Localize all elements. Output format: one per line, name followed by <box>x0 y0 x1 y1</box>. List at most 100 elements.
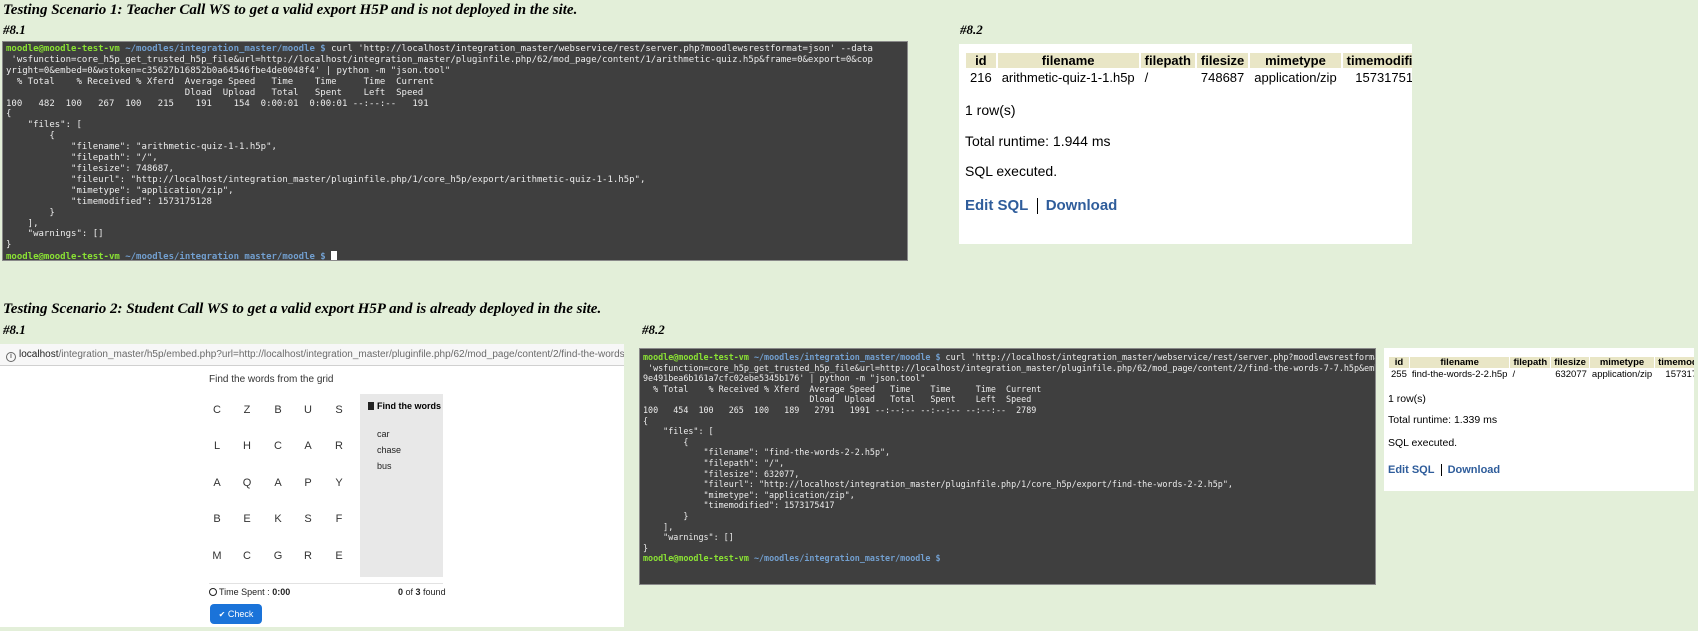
scenario-2-title: Testing Scenario 2: Student Call WS to g… <box>3 301 602 317</box>
terminal-prompt-line: moodle@moodle-test-vm ~/moodles/integrat… <box>6 251 907 260</box>
grid-letter[interactable]: Y <box>327 477 351 489</box>
row-count: 1 row(s) <box>965 102 1016 118</box>
grid-letter[interactable]: A <box>266 477 290 489</box>
edit-sql-link[interactable]: Edit SQL <box>965 197 1028 214</box>
column-header: filesize <box>1551 357 1589 368</box>
terminal-output-line: "warnings": [] <box>643 532 734 543</box>
grid-letter[interactable]: S <box>327 404 351 416</box>
terminal-scenario-2[interactable]: moodle@moodle-test-vm ~/moodles/integrat… <box>639 348 1376 585</box>
terminal-output-line: { <box>6 109 12 120</box>
table-cell: application/zip <box>1254 70 1337 85</box>
download-link[interactable]: Download <box>1046 197 1118 214</box>
grid-letter[interactable]: B <box>205 513 229 525</box>
terminal-output-line: "timemodified": 1573175417 <box>643 500 835 511</box>
url-host: localhost <box>19 349 59 360</box>
table-header-row: id filename filepath filesize mimetype t… <box>966 53 1412 68</box>
footer-divider <box>209 583 443 584</box>
sql-executed-status: SQL executed. <box>1388 437 1458 449</box>
letter-grid[interactable]: C Z B U S L H C A R A Q A P Y B E K S F … <box>205 393 359 578</box>
terminal-output-line: } <box>643 542 649 553</box>
grid-letter[interactable]: F <box>327 513 351 525</box>
grid-letter[interactable]: P <box>296 477 320 489</box>
link-separator <box>1036 198 1038 215</box>
column-header: filepath <box>1510 357 1551 368</box>
grid-letter[interactable]: C <box>235 550 259 562</box>
grid-letter[interactable]: B <box>266 404 290 416</box>
column-header: filesize <box>1196 53 1249 68</box>
grid-letter[interactable]: A <box>205 477 229 489</box>
terminal-command-line: moodle@moodle-test-vm ~/moodles/integrat… <box>6 44 873 54</box>
sql-executed-status: SQL executed. <box>965 163 1058 179</box>
info-icon[interactable]: i <box>6 352 16 362</box>
terminal-output-line: "files": [ <box>6 120 82 131</box>
terminal-scenario-1[interactable]: moodle@moodle-test-vm ~/moodles/integrat… <box>2 41 908 261</box>
check-icon: ✔ <box>218 610 226 619</box>
column-header: timemodified <box>1655 357 1694 368</box>
terminal-prompt-line: moodle@moodle-test-vm ~/moodles/integrat… <box>643 553 941 564</box>
words-panel-header: Find the words <box>368 401 441 411</box>
scenario-2-label-82: #8.2 <box>642 322 665 337</box>
column-header: id <box>1389 357 1409 368</box>
grid-letter[interactable]: U <box>296 404 320 416</box>
edit-sql-link[interactable]: Edit SQL <box>1388 464 1434 476</box>
terminal-output-line: { <box>6 131 55 142</box>
terminal-output-line: "filepath": "/", <box>6 153 158 164</box>
grid-letter[interactable]: H <box>235 440 259 452</box>
grid-letter[interactable]: Q <box>235 477 259 489</box>
terminal-output-line: { <box>643 415 649 426</box>
result-actions: Edit SQL Download <box>1388 464 1501 477</box>
terminal-output-line: ], <box>6 218 39 229</box>
grid-letter[interactable]: C <box>266 440 290 452</box>
address-bar[interactable]: i localhost/integration_master/h5p/embed.… <box>0 344 624 366</box>
total-runtime: Total runtime: 1.339 ms <box>1388 414 1498 426</box>
grid-letter[interactable]: E <box>235 513 259 525</box>
table-cell: arithmetic-quiz-1-1.h5p <box>1001 70 1135 85</box>
terminal-command-line: moodle@moodle-test-vm ~/moodles/integrat… <box>643 352 1376 362</box>
terminal-output-line: "warnings": [] <box>6 229 104 240</box>
terminal-output-line: "filesize": 748687, <box>6 163 174 174</box>
grid-letter[interactable]: S <box>296 513 320 525</box>
time-spent: Time Spent : 0:00 <box>209 587 290 597</box>
table-cell: / <box>1144 70 1149 85</box>
scenario-1-label-82: #8.2 <box>960 22 983 37</box>
download-link[interactable]: Download <box>1448 464 1501 476</box>
terminal-output-line: 'wsfunction=core_h5p_get_trusted_h5p_fil… <box>6 54 873 65</box>
grid-letter[interactable]: L <box>205 440 229 452</box>
time-value: 0:00 <box>272 587 291 597</box>
grid-letter[interactable]: R <box>296 550 320 562</box>
found-counter: 0 of 3 found <box>398 587 446 597</box>
word-item: chase <box>377 445 402 455</box>
grid-letter[interactable]: M <box>205 550 229 562</box>
book-icon <box>368 402 374 410</box>
table-row: 216 arithmetic-quiz-1-1.h5p / 748687 app… <box>966 70 1412 85</box>
terminal-output-line: 'wsfunction=core_h5p_get_trusted_h5p_fil… <box>643 362 1376 373</box>
url-path: /integration_master/h5p/embed.php?url=ht… <box>58 349 624 360</box>
scenario-2-label-81: #8.1 <box>3 322 26 337</box>
grid-letter[interactable]: Z <box>235 404 259 416</box>
link-separator <box>1440 464 1442 477</box>
terminal-output-line: ], <box>643 521 674 532</box>
grid-letter[interactable]: A <box>296 440 320 452</box>
terminal-output-line: } <box>6 207 55 218</box>
result-table: id filename filepath filesize mimetype t… <box>964 51 1412 87</box>
terminal-output-line: % Total % Received % Xferd Average Speed… <box>6 76 435 87</box>
terminal-output-line: "filename": "find-the-words-2-2.h5p", <box>643 447 891 458</box>
grid-letter[interactable]: G <box>266 550 290 562</box>
result-table: id filename filepath filesize mimetype t… <box>1388 356 1694 381</box>
terminal-output-line: 9e491bea6b161a7cfc02ebe5345b176' | pytho… <box>643 373 926 384</box>
grid-letter[interactable]: E <box>327 550 351 562</box>
check-button[interactable]: ✔ Check <box>210 604 262 624</box>
table-cell: 1573175128 <box>1355 70 1412 85</box>
terminal-output-line: 100 454 100 265 100 189 2791 1991 --:--:… <box>643 404 1037 415</box>
terminal-output-line: } <box>6 240 12 251</box>
grid-letter[interactable]: K <box>266 513 290 525</box>
word-item: car <box>377 429 390 439</box>
terminal-output-line: 100 482 100 267 100 215 191 154 0:00:01 … <box>6 98 429 109</box>
grid-letter[interactable]: C <box>205 404 229 416</box>
sql-result-panel-2: id filename filepath filesize mimetype t… <box>1384 348 1694 491</box>
terminal-cursor <box>331 251 338 260</box>
scenario-1-title: Testing Scenario 1: Teacher Call WS to g… <box>3 2 578 18</box>
browser-window: i localhost/integration_master/h5p/embed.… <box>0 344 624 627</box>
grid-letter[interactable]: R <box>327 440 351 452</box>
table-cell: 748687 <box>1200 70 1245 85</box>
